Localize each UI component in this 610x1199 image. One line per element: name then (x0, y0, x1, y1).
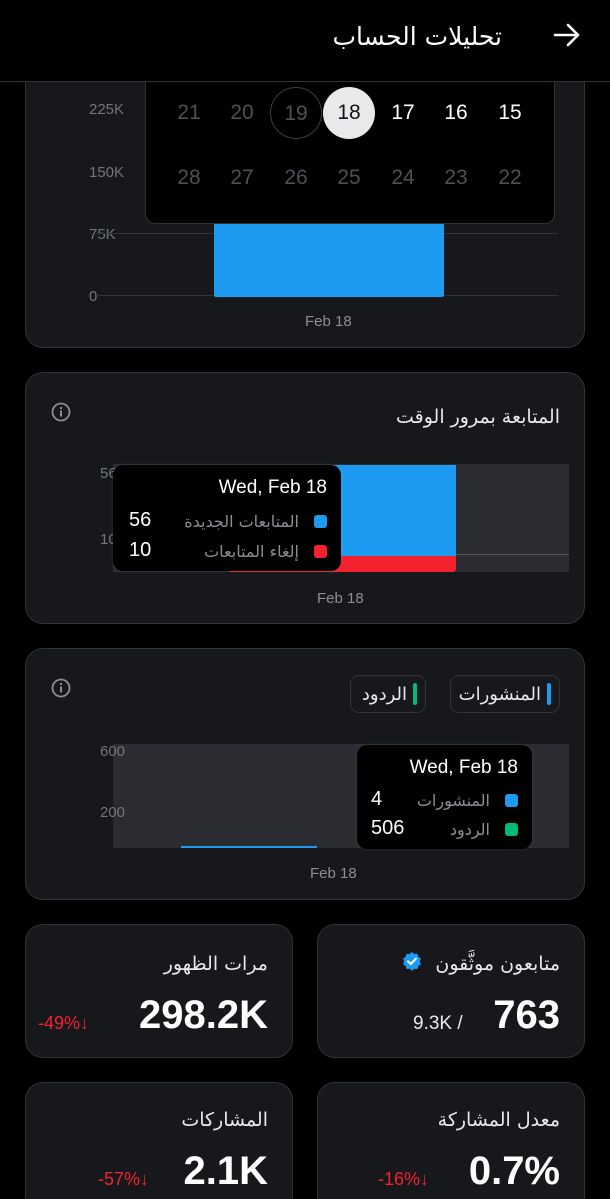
engagement-rate-card[interactable]: معدل المشاركة 0.7% -16%↓ (317, 1082, 585, 1199)
calendar-day[interactable]: 23 (430, 152, 482, 204)
calendar-day[interactable]: 25 (323, 152, 375, 204)
impressions-stat-card[interactable]: مرات الظهور 298.2K -49%↓ (25, 924, 293, 1058)
stat-title: متابعون موثَّقون (435, 953, 560, 975)
stat-value: 0.7% (468, 1149, 560, 1193)
legend-toggle-posts[interactable]: المنشورات (450, 675, 560, 713)
tooltip-row: 4 المنشورات (357, 788, 532, 816)
y-tick-label: 600 (100, 743, 126, 760)
calendar-day-selected[interactable]: 18 (323, 87, 375, 139)
green-swatch-icon (505, 823, 518, 836)
info-icon[interactable] (50, 401, 72, 423)
legend-label: المنشورات (458, 684, 541, 705)
stat-title: معدل المشاركة (437, 1109, 560, 1131)
tooltip-label: الردود (449, 820, 490, 839)
stat-change: -49%↓ (38, 1013, 90, 1033)
stat-title: مرات الظهور (163, 953, 268, 975)
blue-swatch-icon (505, 794, 518, 807)
tooltip-value: 10 (129, 539, 152, 561)
calendar-day[interactable]: 20 (216, 87, 268, 139)
calendar-day[interactable]: 22 (484, 152, 536, 204)
verified-followers-card[interactable]: متابعون موثَّقون 763 9.3K / (317, 924, 585, 1058)
stat-change: -57%↓ (98, 1169, 150, 1189)
calendar-day[interactable]: 28 (163, 152, 215, 204)
legend-label: الردود (361, 684, 407, 705)
tooltip-value: 506 (371, 817, 405, 839)
tooltip-label: إلغاء المتابعات (204, 542, 299, 561)
tooltip-date: Wed, Feb 18 (218, 477, 327, 498)
app-header: تحليلات الحساب (0, 0, 610, 82)
stat-value: 2.1K (183, 1149, 269, 1193)
follows-tooltip: Wed, Feb 18 56 المتابعات الجديدة 10 إلغا… (113, 465, 341, 571)
legend-toggle-replies[interactable]: الردود (350, 675, 426, 713)
card-title: المتابعة بمرور الوقت (395, 406, 560, 428)
tooltip-row: 10 إلغاء المتابعات (113, 539, 341, 567)
calendar-day[interactable]: 16 (430, 87, 482, 139)
calendar-day[interactable]: 26 (270, 152, 322, 204)
calendar-day[interactable]: 27 (216, 152, 268, 204)
red-swatch-icon (314, 545, 327, 558)
y-tick-label: 225K (89, 101, 125, 118)
y-tick-label: 75K (89, 226, 116, 243)
legend-marker (547, 683, 551, 705)
x-axis-label: Feb 18 (317, 590, 364, 607)
x-axis-label: Feb 18 (305, 313, 352, 330)
calendar-day[interactable]: 15 (484, 87, 536, 139)
tooltip-value: 56 (129, 509, 152, 531)
info-icon[interactable] (50, 677, 72, 699)
legend-marker (413, 683, 417, 705)
tooltip-row: 56 المتابعات الجديدة (113, 509, 341, 537)
x-axis-label: Feb 18 (310, 865, 357, 882)
tooltip-date: Wed, Feb 18 (409, 757, 518, 778)
calendar-day[interactable]: 17 (377, 87, 429, 139)
tooltip-value: 4 (371, 788, 383, 810)
posts-bar[interactable] (181, 846, 317, 848)
calendar-day[interactable]: 24 (377, 152, 429, 204)
stat-value: 763 (493, 993, 560, 1037)
calendar-day[interactable]: 21 (163, 87, 215, 139)
y-tick-label: 200 (100, 804, 126, 821)
y-tick-label: 150K (89, 164, 125, 181)
stat-title: المشاركات (181, 1109, 268, 1131)
y-tick-label: 0 (89, 288, 98, 305)
tooltip-label: المنشورات (416, 791, 490, 810)
stat-total: 9.3K / (413, 1013, 463, 1034)
engagements-card[interactable]: المشاركات 2.1K -57%↓ (25, 1082, 293, 1199)
stat-change: -16%↓ (378, 1169, 430, 1189)
verified-badge-icon (403, 952, 421, 971)
tooltip-row: 506 الردود (357, 817, 532, 845)
page-title: تحليلات الحساب (332, 22, 502, 51)
date-picker-calendar: 21 20 19 18 17 16 15 28 27 26 25 24 23 22 (145, 82, 555, 224)
stat-value: 298.2K (139, 993, 268, 1037)
blue-swatch-icon (314, 515, 327, 528)
posts-tooltip: Wed, Feb 18 4 المنشورات 506 الردود (357, 745, 532, 849)
tooltip-label: المتابعات الجديدة (184, 512, 299, 531)
calendar-day[interactable]: 19 (270, 87, 322, 139)
arrow-right-icon[interactable] (550, 18, 584, 52)
